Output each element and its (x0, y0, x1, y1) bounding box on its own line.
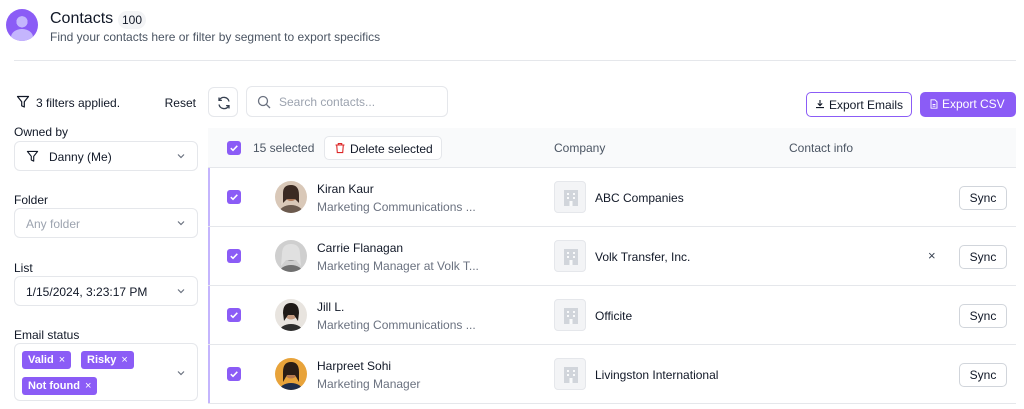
contact-name[interactable]: Harpreet Sohi (317, 359, 391, 373)
check-icon (230, 253, 238, 260)
check-icon (230, 312, 238, 319)
page-header: Contacts 100 Find your contacts here or … (0, 0, 1024, 60)
building-icon (564, 367, 578, 383)
owned-by-select[interactable]: Danny (Me) (14, 141, 198, 171)
select-all-checkbox[interactable] (227, 141, 241, 155)
search-box (246, 86, 448, 117)
company-name[interactable]: Officite (595, 309, 632, 323)
table-row[interactable]: Carrie Flanagan Marketing Manager at Vol… (208, 227, 1016, 286)
building-icon (564, 308, 578, 324)
email-status-tag-valid[interactable]: Valid × (22, 351, 72, 369)
company-logo (554, 181, 586, 213)
row-checkbox[interactable] (227, 308, 241, 322)
chevron-down-icon (177, 221, 185, 226)
avatar (275, 358, 307, 390)
export-csv-button[interactable]: Export CSV (920, 92, 1016, 117)
company-name[interactable]: Livingston International (595, 368, 718, 382)
sync-button[interactable]: Sync (959, 186, 1007, 210)
filters-applied-text: 3 filters applied. (36, 96, 121, 110)
contacts-table: 15 selected Delete selected Company Cont… (208, 128, 1016, 409)
remove-tag-icon: × (121, 354, 128, 366)
contact-title: Marketing Manager (317, 377, 421, 391)
row-accent (208, 227, 210, 285)
selected-count: 15 selected (253, 141, 315, 155)
refresh-button[interactable] (208, 87, 238, 117)
contact-name[interactable]: Kiran Kaur (317, 182, 374, 196)
filter-icon (26, 150, 39, 162)
column-header-contact-info: Contact info (789, 141, 854, 155)
company-name[interactable]: Volk Transfer, Inc. (595, 250, 690, 264)
company-logo (554, 358, 586, 390)
row-checkbox[interactable] (227, 190, 241, 204)
contacts-avatar-icon (6, 9, 38, 41)
owned-by-value: Danny (Me) (49, 150, 112, 164)
export-emails-button[interactable]: Export Emails (806, 92, 912, 117)
building-icon (564, 190, 578, 206)
page-title: Contacts (50, 10, 114, 27)
contact-name[interactable]: Carrie Flanagan (317, 241, 403, 255)
company-logo (554, 240, 586, 272)
check-icon (230, 145, 238, 152)
page-subtitle: Find your contacts here or filter by seg… (50, 30, 381, 44)
row-accent (208, 345, 210, 403)
search-icon (257, 95, 271, 109)
folder-select[interactable]: Any folder (14, 208, 198, 238)
contact-title: Marketing Communications ... (317, 318, 476, 332)
avatar (275, 181, 307, 213)
row-accent (208, 286, 210, 344)
sync-button[interactable]: Sync (959, 304, 1007, 328)
company-name[interactable]: ABC Companies (595, 191, 684, 205)
close-icon[interactable]: × (928, 248, 936, 263)
delete-selected-button[interactable]: Delete selected (324, 136, 442, 160)
column-header-company: Company (554, 141, 606, 155)
row-checkbox[interactable] (227, 367, 241, 381)
trash-icon (335, 143, 345, 154)
company-logo (554, 299, 586, 331)
chevron-down-icon (177, 371, 185, 376)
contacts-count-badge: 100 (118, 11, 147, 29)
chevron-down-icon (177, 289, 185, 294)
download-icon (816, 100, 824, 109)
row-checkbox[interactable] (227, 249, 241, 263)
sync-button[interactable]: Sync (959, 363, 1007, 387)
sync-button[interactable]: Sync (959, 245, 1007, 269)
remove-tag-icon: × (84, 380, 92, 392)
building-icon (564, 249, 578, 265)
search-input[interactable] (279, 93, 439, 111)
email-status-label: Email status (14, 328, 80, 342)
reset-filters-link[interactable]: Reset (165, 96, 196, 110)
table-row[interactable]: Harpreet Sohi Marketing Manager Livingst… (208, 345, 1016, 404)
folder-label: Folder (14, 193, 49, 207)
avatar (275, 240, 307, 272)
filters-summary: 3 filters applied. Reset (14, 92, 196, 114)
folder-placeholder: Any folder (26, 217, 81, 231)
table-row[interactable]: Kiran Kaur Marketing Communications ... … (208, 168, 1016, 227)
table-header: 15 selected Delete selected Company Cont… (208, 128, 1016, 168)
avatar (275, 299, 307, 331)
file-icon (930, 99, 938, 109)
check-icon (230, 194, 238, 201)
list-select[interactable]: 1/15/2024, 3:23:17 PM (14, 276, 198, 306)
list-value: 1/15/2024, 3:23:17 PM (26, 285, 148, 299)
check-icon (230, 371, 238, 378)
chevron-down-icon (177, 154, 185, 159)
contact-name[interactable]: Jill L. (317, 300, 344, 314)
row-accent (208, 168, 210, 226)
email-status-select[interactable]: Valid × Risky × Not found × (14, 343, 198, 401)
refresh-icon (218, 96, 230, 110)
remove-tag-icon: × (58, 354, 66, 366)
email-status-tag-risky[interactable]: Risky × (81, 351, 134, 369)
owned-by-label: Owned by (14, 125, 69, 139)
contact-title: Marketing Communications ... (317, 200, 476, 214)
contact-title: Marketing Manager at Volk T... (317, 259, 479, 273)
header-divider (14, 60, 1016, 61)
email-status-tag-not-found[interactable]: Not found × (22, 377, 98, 395)
table-row[interactable]: Jill L. Marketing Communications ... Off… (208, 286, 1016, 345)
filter-icon (16, 95, 30, 108)
list-label: List (14, 261, 33, 275)
